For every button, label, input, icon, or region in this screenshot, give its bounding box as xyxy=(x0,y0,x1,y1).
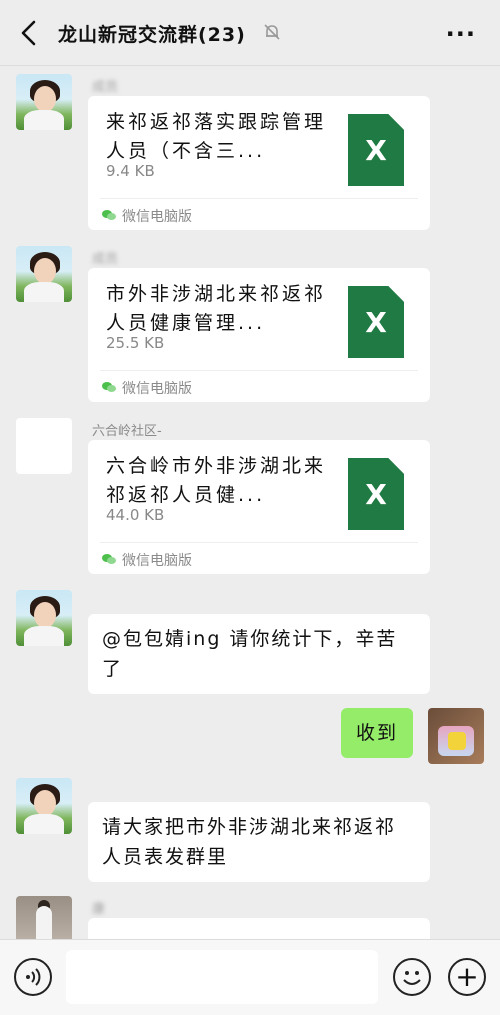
plus-button[interactable]: + xyxy=(448,958,486,996)
file-message[interactable]: 来祁返祁落实跟踪管理人员（不含三... 9.4 KB X 微信电脑版 xyxy=(88,96,430,230)
wechat-logo-icon xyxy=(102,382,116,394)
bell-off-icon xyxy=(264,24,280,40)
avatar[interactable] xyxy=(16,74,72,130)
excel-file-icon: X xyxy=(348,286,404,358)
excel-file-icon: X xyxy=(348,114,404,186)
text-message[interactable] xyxy=(88,918,430,939)
message-source: 微信电脑版 xyxy=(102,378,192,398)
text-message[interactable]: @包包婧ing 请你统计下，辛苦了 xyxy=(88,614,430,694)
file-size: 9.4 KB xyxy=(106,162,155,180)
file-message[interactable]: 六合岭市外非涉湖北来祁返祁人员健... 44.0 KB X 微信电脑版 xyxy=(88,440,430,574)
excel-file-icon: X xyxy=(348,458,404,530)
my-avatar[interactable] xyxy=(428,708,484,764)
back-button[interactable] xyxy=(14,18,44,48)
wechat-logo-icon xyxy=(102,210,116,222)
file-message[interactable]: 市外非涉湖北来祁返祁人员健康管理... 25.5 KB X 微信电脑版 xyxy=(88,268,430,402)
chat-header: 龙山新冠交流群(23) ··· xyxy=(0,0,500,66)
voice-button[interactable] xyxy=(14,958,52,996)
more-button[interactable]: ··· xyxy=(446,20,476,48)
avatar[interactable] xyxy=(16,896,72,939)
text-message[interactable]: 请大家把市外非涉湖北来祁返祁人员表发群里 xyxy=(88,802,430,882)
message-source: 微信电脑版 xyxy=(102,550,192,570)
chat-title: 龙山新冠交流群(23) xyxy=(58,24,246,46)
avatar[interactable] xyxy=(16,778,72,834)
sender-name: 六合岭社区- xyxy=(92,424,162,439)
file-title: 市外非涉湖北来祁返祁人员健康管理... xyxy=(106,283,327,334)
message-input[interactable] xyxy=(66,950,378,1004)
sender-name: 成员 xyxy=(92,252,119,267)
sender-name: 成员 xyxy=(92,80,119,95)
file-size: 44.0 KB xyxy=(106,506,165,524)
avatar[interactable] xyxy=(16,246,72,302)
file-size: 25.5 KB xyxy=(106,334,165,352)
avatar[interactable] xyxy=(16,590,72,646)
message-list[interactable]: 成员 来祁返祁落实跟踪管理人员（不含三... 9.4 KB X 微信电脑版 成员… xyxy=(0,66,500,939)
sender-name: 康 xyxy=(92,902,106,917)
emoji-button[interactable] xyxy=(393,958,431,996)
voice-icon xyxy=(26,968,41,986)
my-text-message[interactable]: 收到 xyxy=(341,708,413,758)
wechat-logo-icon xyxy=(102,554,116,566)
file-title: 来祁返祁落实跟踪管理人员（不含三... xyxy=(106,111,327,162)
avatar[interactable] xyxy=(16,418,72,474)
input-bar: + xyxy=(0,939,500,1015)
emoji-icon xyxy=(403,971,421,985)
message-source: 微信电脑版 xyxy=(102,206,192,226)
file-title: 六合岭市外非涉湖北来祁返祁人员健... xyxy=(106,455,327,506)
chevron-left-icon xyxy=(21,20,36,46)
